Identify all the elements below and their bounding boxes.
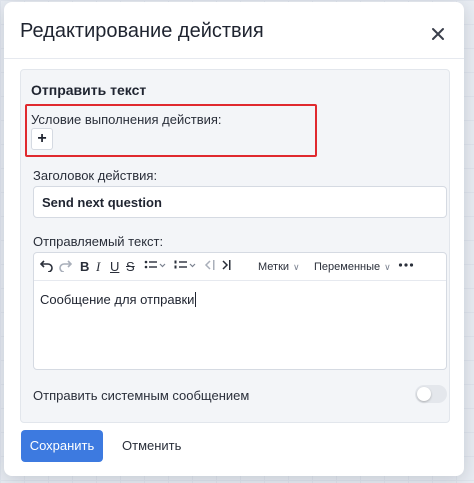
tags-dropdown[interactable]: Метки ∨: [258, 258, 300, 276]
outdent-button[interactable]: [204, 258, 216, 276]
editor-toolbar: B I U S Метки ∨ Переменные ∨: [34, 253, 446, 281]
bullet-list-button[interactable]: [144, 258, 166, 276]
redo-button[interactable]: [58, 258, 73, 276]
outdent-icon: [204, 260, 215, 270]
message-text-label: Отправляемый текст:: [33, 234, 164, 249]
save-button[interactable]: Сохранить: [21, 430, 103, 462]
edit-action-dialog: Редактирование действия Отправить текст …: [4, 2, 464, 476]
dialog-header: Редактирование действия: [4, 2, 464, 59]
bullet-list-icon: [144, 260, 166, 269]
indent-button[interactable]: [220, 258, 232, 276]
italic-button[interactable]: I: [96, 258, 100, 276]
chevron-down-icon: ∨: [293, 262, 300, 272]
undo-button[interactable]: [39, 258, 54, 276]
action-title-input[interactable]: [33, 186, 447, 218]
section-title: Отправить текст: [31, 82, 147, 98]
editor-content[interactable]: Сообщение для отправки: [40, 292, 197, 307]
condition-label: Условие выполнения действия:: [31, 112, 222, 127]
text-cursor: [195, 292, 197, 307]
tags-label: Метки: [258, 261, 290, 273]
redo-icon: [59, 260, 73, 273]
system-message-toggle[interactable]: [415, 385, 447, 403]
action-panel: Отправить текст Условие выполнения дейст…: [20, 69, 450, 423]
bold-button[interactable]: B: [80, 258, 89, 276]
undo-icon: [39, 260, 53, 273]
variables-dropdown[interactable]: Переменные ∨: [314, 258, 391, 276]
system-message-label: Отправить системным сообщением: [33, 388, 250, 403]
close-icon: [432, 28, 444, 40]
action-title-label: Заголовок действия:: [33, 168, 158, 183]
add-condition-button[interactable]: +: [31, 128, 53, 150]
toggle-knob: [417, 387, 431, 401]
more-icon: [398, 263, 414, 267]
numbered-list-icon: [174, 260, 196, 269]
rich-text-editor[interactable]: B I U S Метки ∨ Переменные ∨ Сообщение д…: [33, 252, 447, 370]
variables-label: Переменные: [314, 261, 381, 273]
chevron-down-icon: ∨: [384, 262, 391, 272]
strikethrough-button[interactable]: S: [126, 258, 135, 276]
cancel-button[interactable]: Отменить: [122, 430, 181, 462]
underline-button[interactable]: U: [110, 258, 119, 276]
message-text: Сообщение для отправки: [40, 292, 195, 307]
indent-icon: [222, 260, 231, 270]
more-options-button[interactable]: [398, 258, 414, 276]
close-button[interactable]: [428, 24, 448, 44]
dialog-title: Редактирование действия: [20, 20, 264, 42]
numbered-list-button[interactable]: [174, 258, 196, 276]
